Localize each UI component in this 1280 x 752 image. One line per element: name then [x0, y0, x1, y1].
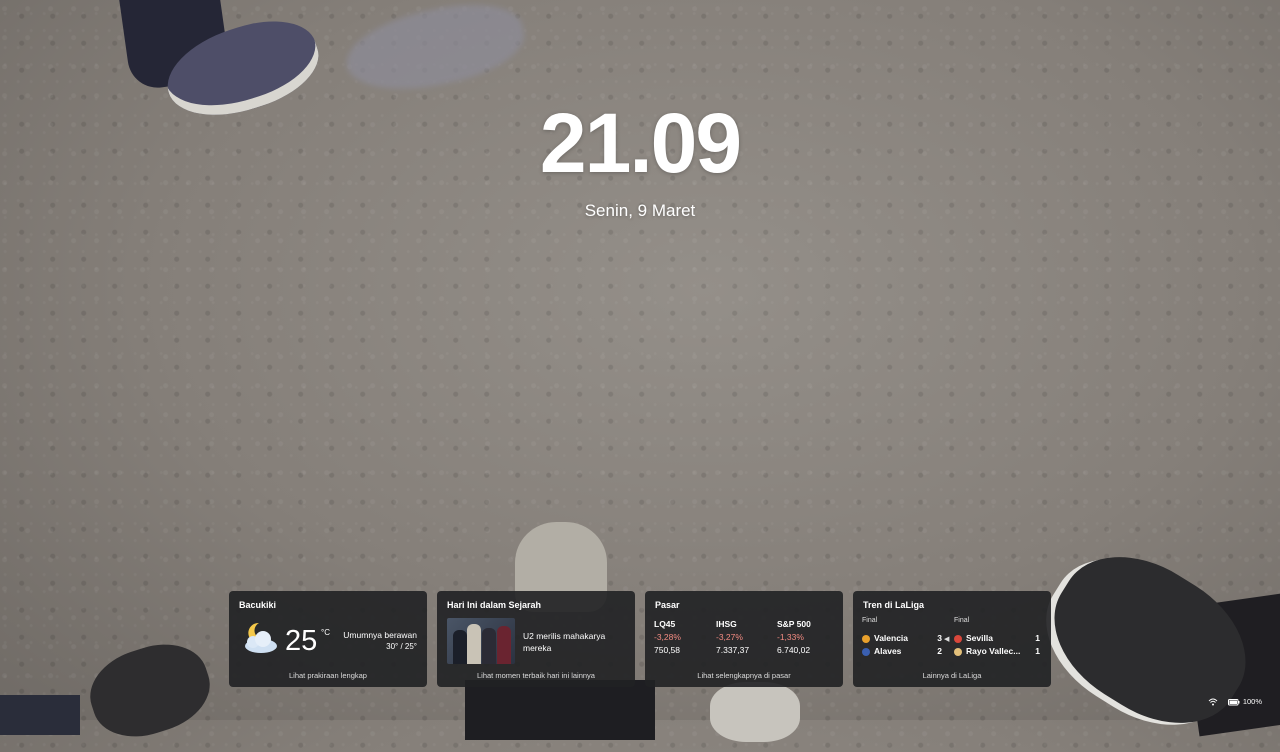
team-score: 3 [937, 633, 942, 643]
market-item-sp500[interactable]: S&P 500 -1,33% 6.740,02 [777, 618, 811, 657]
history-more-link[interactable]: Lihat momen terbaik hari ini lainnya [437, 671, 635, 680]
weather-unit: °C [321, 628, 330, 637]
match-row-away[interactable]: Rayo Vallec... 1 [954, 646, 1042, 656]
laliga-more-link[interactable]: Lainnya di LaLiga [853, 671, 1051, 680]
wifi-icon [1208, 698, 1218, 705]
person-leg [465, 680, 655, 740]
partly-cloudy-night-icon [245, 622, 277, 653]
match-status: Final [862, 617, 878, 624]
winner-arrow-icon: ◀ [944, 636, 950, 643]
market-widget[interactable]: Pasar LQ45 -3,28% 750,58 IHSG -3,27% 7.3… [645, 591, 843, 687]
history-widget[interactable]: Hari Ini dalam Sejarah U2 merilis mahaka… [437, 591, 635, 687]
battery-percentage: 100% [1242, 697, 1262, 706]
history-headline: U2 merilis mahakarya mereka [523, 631, 606, 653]
market-value: 7.337,37 [716, 645, 750, 655]
team-name: Sevilla [966, 633, 993, 643]
weather-location: Bacukiki [239, 600, 277, 610]
alaves-crest-icon [862, 647, 870, 656]
market-item-ihsg[interactable]: IHSG -3,27% 7.337,37 [716, 618, 749, 657]
rayo-crest-icon [954, 647, 962, 656]
team-name: Rayo Vallec... [966, 646, 1021, 656]
system-tray: 100% [1208, 697, 1262, 706]
shoe-blurred [339, 0, 531, 103]
history-photo [447, 618, 515, 664]
battery-icon [1227, 698, 1240, 705]
laliga-title: Tren di LaLiga [863, 600, 925, 610]
lock-screen-time: 21.09 [539, 96, 742, 190]
market-change: -1,33% [777, 632, 804, 642]
match-row-home[interactable]: Sevilla 1 [954, 633, 1042, 643]
history-title: Hari Ini dalam Sejarah [447, 600, 542, 610]
weather-forecast-link[interactable]: Lihat prakiraan lengkap [229, 671, 427, 680]
team-score: 1 [1035, 646, 1040, 656]
market-change: -3,28% [654, 632, 681, 642]
weather-widget[interactable]: Bacukiki 25 °C Umumnya berawan 30° / 25°… [229, 591, 427, 687]
team-score: 1 [1035, 633, 1040, 643]
market-name: IHSG [716, 619, 737, 629]
market-item-lq45[interactable]: LQ45 -3,28% 750,58 [654, 618, 681, 657]
team-name: Alaves [874, 646, 902, 656]
person-leg [0, 695, 80, 735]
match-row-home[interactable]: Valencia 3 [862, 633, 948, 643]
market-value: 750,58 [654, 645, 680, 655]
market-value: 6.740,02 [777, 645, 811, 655]
shoe [710, 682, 800, 742]
weather-temperature: 25 [285, 625, 318, 657]
laliga-widget[interactable]: Tren di LaLiga Final Valencia 3 ◀ Alaves… [853, 591, 1051, 687]
weather-condition: Umumnya berawan [343, 630, 417, 640]
market-title: Pasar [655, 600, 680, 610]
market-name: LQ45 [654, 619, 676, 629]
shoe [79, 631, 221, 750]
match-row-away[interactable]: Alaves 2 [862, 646, 948, 656]
valencia-crest-icon [862, 634, 870, 643]
market-name: S&P 500 [777, 619, 811, 629]
sevilla-crest-icon [954, 634, 962, 643]
match-status: Final [954, 617, 970, 624]
team-score: 2 [937, 646, 942, 656]
team-name: Valencia [874, 633, 909, 643]
market-more-link[interactable]: Lihat selengkapnya di pasar [645, 671, 843, 680]
market-change: -3,27% [716, 632, 743, 642]
weather-high-low: 30° / 25° [386, 642, 417, 651]
lock-screen-date: Senin, 9 Maret [584, 201, 696, 220]
